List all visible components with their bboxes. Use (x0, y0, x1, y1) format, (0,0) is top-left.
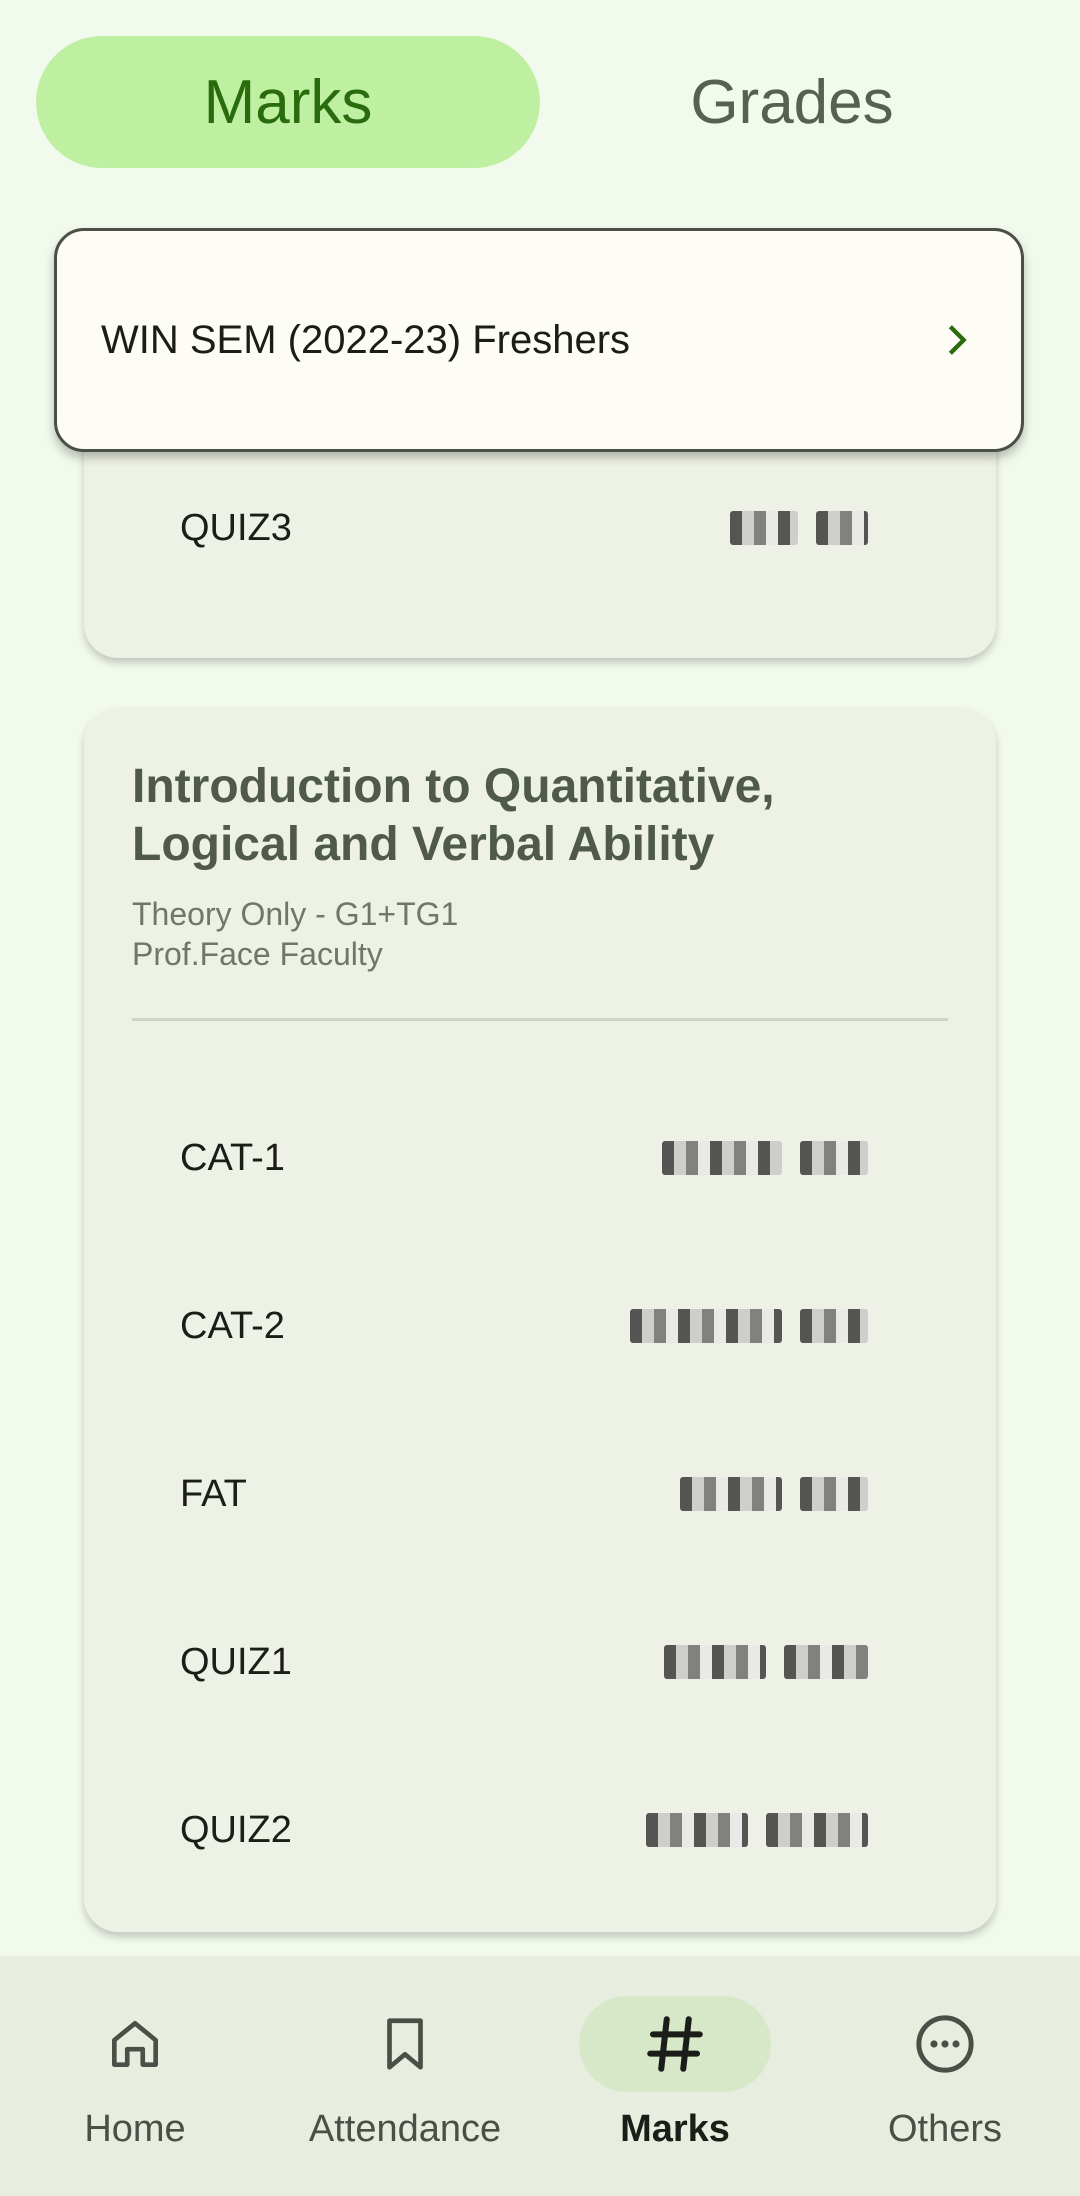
more-horizontal-icon (849, 1996, 1041, 2092)
course-card: Introduction to Quantitative, Logical an… (84, 708, 996, 1932)
marks-row: CAT-1 (180, 1128, 996, 1188)
home-icon (39, 1996, 231, 2092)
marks-row: CAT-2 (180, 1296, 996, 1356)
nav-marks[interactable]: Marks (540, 1996, 810, 2176)
marks-row-label: CAT-2 (180, 1304, 285, 1347)
marks-row: QUIZ1 (180, 1632, 996, 1692)
course-title: Introduction to Quantitative, Logical an… (132, 760, 775, 871)
marks-row-label: QUIZ3 (180, 506, 292, 549)
chevron-right-icon (948, 325, 967, 355)
marks-value-redacted (646, 1800, 868, 1860)
nav-attendance[interactable]: Attendance (270, 1996, 540, 2176)
marks-row-label: QUIZ1 (180, 1640, 292, 1683)
nav-marks-label: Marks (620, 2108, 730, 2150)
nav-attendance-label: Attendance (308, 2108, 502, 2150)
marks-value-redacted (630, 1296, 868, 1356)
divider (132, 1018, 948, 1021)
marks-value-redacted (680, 1464, 868, 1524)
semester-label: WIN SEM (2022-23) Freshers (101, 317, 631, 362)
marks-row-label: CAT-1 (180, 1136, 285, 1179)
marks-grades-tabs: Marks Grades (36, 36, 1044, 168)
tab-marks[interactable]: Marks (36, 36, 540, 168)
semester-selector[interactable]: WIN SEM (2022-23) Freshers (54, 228, 1024, 452)
marks-value-redacted (730, 498, 868, 558)
tab-grades[interactable]: Grades (540, 36, 1044, 168)
nav-others[interactable]: Others (810, 1996, 1080, 2176)
bookmark-icon (309, 1996, 501, 2092)
bottom-navigation: Home Attendance Marks Others (0, 1956, 1080, 2196)
marks-row: QUIZ2 (180, 1800, 996, 1860)
marks-value-redacted (662, 1128, 868, 1188)
hash-icon (579, 1996, 771, 2092)
marks-row: FAT (180, 1464, 996, 1524)
marks-row: QUIZ3 (180, 498, 996, 558)
marks-row-label: FAT (180, 1472, 247, 1515)
course-faculty: Prof.Face Faculty (132, 936, 383, 972)
marks-row-label: QUIZ2 (180, 1808, 292, 1851)
course-type: Theory Only - G1+TG1 (132, 896, 459, 932)
nav-home[interactable]: Home (0, 1996, 270, 2176)
nav-home-label: Home (84, 2108, 186, 2150)
nav-others-label: Others (887, 2108, 1003, 2150)
marks-value-redacted (664, 1632, 868, 1692)
